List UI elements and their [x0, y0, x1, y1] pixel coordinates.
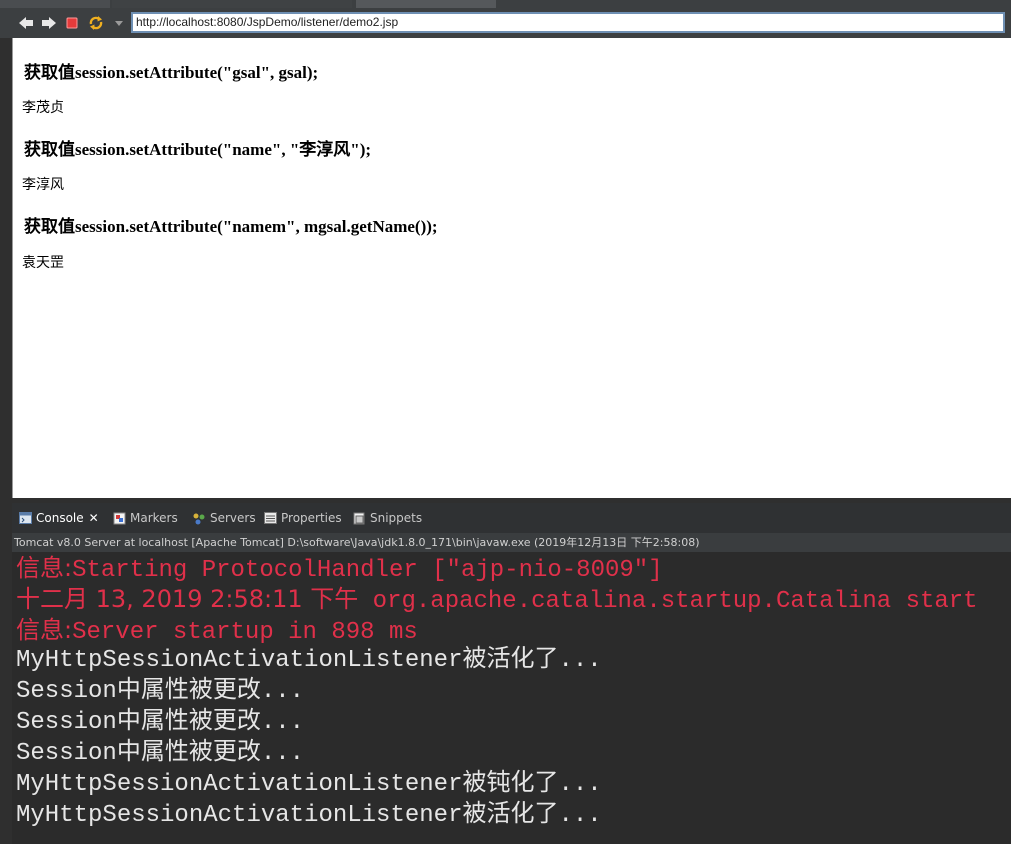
console-output[interactable]: 信息:Starting ProtocolHandler ["ajp-nio-80… — [12, 552, 1011, 844]
forward-arrow-icon — [42, 17, 56, 29]
stop-button[interactable] — [62, 14, 82, 32]
tab-properties[interactable]: Properties — [263, 503, 342, 533]
close-icon[interactable]: ✕ — [89, 511, 99, 525]
attribute-heading: 获取值session.setAttribute("name", "李淳风"); — [24, 140, 372, 159]
log-text: Starting ProtocolHandler ["ajp-nio-8009"… — [72, 557, 663, 584]
markers-icon — [112, 511, 126, 525]
eclipse-window: http://localhost:8080/JspDemo/listener/d… — [0, 0, 1011, 844]
browser-page: 获取值session.setAttribute("gsal", gsal); 李… — [12, 38, 1011, 498]
console-line: MyHttpSessionActivationListener被活化了... — [16, 646, 602, 676]
url-input[interactable]: http://localhost:8080/JspDemo/listener/d… — [131, 12, 1005, 33]
tab-snippets[interactable]: Snippets — [352, 503, 422, 533]
console-line: Session中属性被更改... — [16, 708, 304, 738]
tab-markers-label: Markers — [130, 511, 178, 525]
forward-button[interactable] — [39, 14, 59, 32]
attribute-value: 李茂贞 — [22, 100, 64, 116]
back-arrow-icon — [19, 17, 33, 29]
console-line: 信息:Server startup in 898 ms — [16, 615, 418, 648]
properties-icon — [263, 511, 277, 525]
tab-snippets-label: Snippets — [370, 511, 423, 525]
attribute-heading: 获取值session.setAttribute("namem", mgsal.g… — [24, 217, 438, 236]
log-text: MyHttpSessionActivationListener被活化了... — [16, 647, 602, 674]
log-text: MyHttpSessionActivationListener被活化了... — [16, 802, 602, 829]
log-prefix: 信息: — [16, 616, 73, 644]
tab-console-label: Console — [36, 511, 84, 525]
console-line: 十二月 13, 2019 2:58:11 下午 org.apache.catal… — [16, 584, 978, 617]
log-text: Session中属性被更改... — [16, 709, 305, 736]
log-text: Session中属性被更改... — [16, 678, 305, 705]
attribute-heading: 获取值session.setAttribute("gsal", gsal); — [24, 63, 319, 82]
log-text: MyHttpSessionActivationListener被钝化了... — [16, 771, 602, 798]
views-tab-bar: Console ✕ Markers Servers Properties Sni… — [12, 503, 1011, 533]
editor-tab[interactable] — [356, 0, 496, 8]
refresh-icon — [89, 16, 103, 30]
console-line: 信息:Starting ProtocolHandler ["ajp-nio-80… — [16, 553, 663, 586]
tab-properties-label: Properties — [281, 511, 342, 525]
log-text: Server startup in 898 ms — [72, 619, 418, 646]
stop-icon — [66, 17, 78, 29]
log-text: Session中属性被更改... — [16, 740, 305, 767]
url-history-dropdown[interactable] — [112, 14, 126, 32]
chevron-down-icon — [115, 20, 123, 26]
attribute-value: 李淳风 — [22, 177, 64, 193]
console-line: MyHttpSessionActivationListener被活化了... — [16, 801, 602, 831]
tab-markers[interactable]: Markers — [112, 503, 178, 533]
browser-toolbar: http://localhost:8080/JspDemo/listener/d… — [0, 8, 1011, 38]
refresh-button[interactable] — [86, 14, 106, 32]
attribute-value: 袁天罡 — [22, 255, 64, 271]
tab-servers[interactable]: Servers — [192, 503, 256, 533]
editor-tab[interactable] — [112, 0, 352, 8]
log-text: org.apache.catalina.startup.Catalina sta… — [358, 588, 978, 615]
editor-tab-strip — [0, 0, 1011, 8]
tab-servers-label: Servers — [210, 511, 256, 525]
console-description: Tomcat v8.0 Server at localhost [Apache … — [12, 533, 1011, 552]
tab-console[interactable]: Console ✕ — [18, 503, 99, 533]
log-prefix: 十二月 13, 2019 2:58:11 下午 — [16, 585, 359, 613]
console-line: MyHttpSessionActivationListener被钝化了... — [16, 770, 602, 800]
console-icon — [18, 511, 32, 525]
log-prefix: 信息: — [16, 554, 73, 582]
editor-tab[interactable] — [0, 0, 110, 8]
back-button[interactable] — [16, 14, 36, 32]
console-line: Session中属性被更改... — [16, 677, 304, 707]
console-line: Session中属性被更改... — [16, 739, 304, 769]
servers-icon — [192, 511, 206, 525]
snippets-icon — [352, 511, 366, 525]
